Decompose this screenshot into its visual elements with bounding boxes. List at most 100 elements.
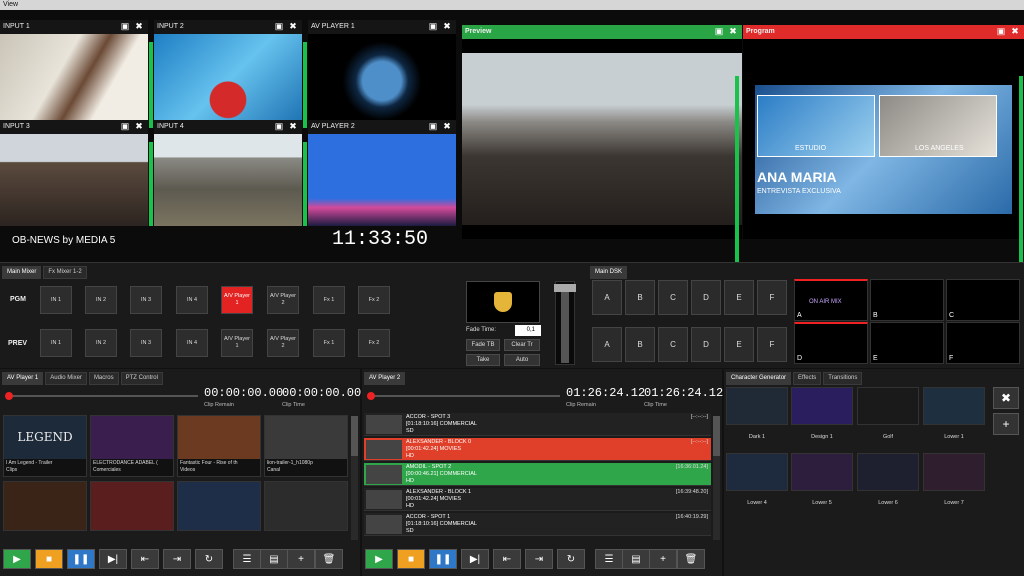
prev-button[interactable]: IN 4 [176, 329, 208, 357]
clip-tile[interactable] [264, 481, 348, 531]
pgm-button[interactable]: IN 4 [176, 286, 208, 314]
tab-effects[interactable]: Effects [793, 372, 822, 385]
film-icon[interactable]: ▤ [260, 549, 288, 569]
slider-handle[interactable] [367, 392, 375, 400]
menu-view[interactable]: View [3, 1, 18, 8]
pgm-button[interactable]: IN 3 [130, 286, 162, 314]
playlist-item[interactable]: AMODIL - SPOT 2 [00:00:46.21] COMMERCIAL H… [364, 463, 711, 486]
cg-template[interactable] [923, 387, 985, 425]
tab-fx-mixer[interactable]: Fx Mixer 1-2 [43, 266, 87, 279]
dsk-thumbnail[interactable]: F [946, 322, 1020, 364]
tile-input-3[interactable]: INPUT 3 ▣ ✖ [0, 120, 148, 226]
program-monitor[interactable]: Program ▣ ✖ ESTUDIO LOS ANGELES ANA MARIA … [743, 25, 1024, 239]
clip-tile[interactable] [177, 481, 261, 531]
pgm-button[interactable]: Fx 1 [313, 286, 345, 314]
tile-input-1[interactable]: INPUT 1 ▣ ✖ [0, 20, 148, 128]
cue-in-icon[interactable]: ⇤ [493, 549, 521, 569]
camera-icon[interactable]: ▣ [428, 22, 438, 31]
pgm-button[interactable]: IN 2 [85, 286, 117, 314]
pgm-button[interactable]: IN 1 [40, 286, 72, 314]
tools-icon[interactable]: ✖ [288, 122, 298, 131]
position-slider[interactable] [5, 392, 198, 400]
loop-icon[interactable]: ↻ [195, 549, 223, 569]
cue-in-icon[interactable]: ⇤ [131, 549, 159, 569]
clip-tile[interactable] [3, 481, 87, 531]
tab-main-dsk[interactable]: Main DSK [590, 266, 628, 279]
scrollbar[interactable] [713, 416, 720, 540]
playlist-item[interactable]: ALEXSANDER - BLOCK 1 [00:01:42.24] MOVIES… [364, 488, 711, 511]
prev-button[interactable]: A/V Player 1 [221, 329, 253, 357]
camera-icon[interactable]: ▣ [428, 122, 438, 131]
cg-template[interactable] [791, 453, 853, 491]
playlist-icon[interactable]: ☰ [595, 549, 623, 569]
add-icon[interactable]: + [993, 413, 1019, 435]
prev-button[interactable]: IN 3 [130, 329, 162, 357]
stop-icon[interactable]: ■ [397, 549, 425, 569]
dsk-thumbnail[interactable]: A ON AIR MIX [794, 279, 868, 321]
cue-out-icon[interactable]: ⇥ [163, 549, 191, 569]
playlist-item[interactable]: ALEXSANDER - BLOCK 0 [00:01:42.24] MOVIES… [364, 438, 711, 461]
dsk-thumbnail[interactable]: D [794, 322, 868, 364]
clip-tile[interactable]: LEGEND I Am Legend - Trailer Clips [3, 415, 87, 477]
dsk-button[interactable]: E [724, 327, 754, 362]
clip-tile[interactable]: lion-trailer-1_h1080p Canal [264, 415, 348, 477]
camera-icon[interactable]: ▣ [714, 27, 724, 36]
camera-icon[interactable]: ▣ [274, 122, 284, 131]
tools-icon[interactable]: ✖ [288, 22, 298, 31]
dsk-button[interactable]: A [592, 327, 622, 362]
cg-template[interactable] [857, 453, 919, 491]
tools-icon[interactable]: ✖ [1010, 27, 1020, 36]
play-icon[interactable]: ▶ [3, 549, 31, 569]
dsk-button[interactable]: B [625, 280, 655, 315]
t-bar[interactable] [554, 281, 576, 365]
pgm-button[interactable]: A/V Player 1 [221, 286, 253, 314]
tools-icon[interactable]: ✖ [134, 22, 144, 31]
scrollbar[interactable] [351, 416, 358, 540]
tile-input-2[interactable]: INPUT 2 ▣ ✖ [154, 20, 302, 128]
tile-av-player-2[interactable]: AV PLAYER 2 ▣ ✖ [308, 120, 456, 226]
take-button[interactable]: Take [466, 354, 500, 366]
camera-icon[interactable]: ▣ [274, 22, 284, 31]
tile-input-4[interactable]: INPUT 4 ▣ ✖ [154, 120, 302, 226]
dsk-button[interactable]: A [592, 280, 622, 315]
camera-icon[interactable]: ▣ [996, 27, 1006, 36]
tab-transitions[interactable]: Transitions [823, 372, 863, 385]
tab-character-generator[interactable]: Character Generator [726, 372, 792, 385]
prev-button[interactable]: A/V Player 2 [267, 329, 299, 357]
stop-icon[interactable]: ■ [35, 549, 63, 569]
preview-monitor[interactable]: Preview ▣ ✖ [462, 25, 742, 239]
tab-ptz-control[interactable]: PTZ Control [120, 372, 163, 385]
tab-main-mixer[interactable]: Main Mixer [2, 266, 42, 279]
slider-handle[interactable] [5, 392, 13, 400]
tools-icon[interactable]: ✖ [442, 22, 452, 31]
film-icon[interactable]: ▤ [622, 549, 650, 569]
camera-icon[interactable]: ▣ [120, 122, 130, 131]
tools-icon[interactable]: ✖ [442, 122, 452, 131]
dsk-button[interactable]: E [724, 280, 754, 315]
prev-button[interactable]: IN 2 [85, 329, 117, 357]
cg-template[interactable] [857, 387, 919, 425]
auto-button[interactable]: Auto [504, 354, 540, 366]
position-slider[interactable] [367, 392, 560, 400]
playlist-item[interactable]: ACCOR - SPOT 3 [01:18:10:16] COMMERCIAL SD… [364, 413, 711, 436]
cg-template[interactable] [726, 453, 788, 491]
tools-icon[interactable]: ✖ [993, 387, 1019, 409]
add-icon[interactable]: + [287, 549, 315, 569]
playlist-icon[interactable]: ☰ [233, 549, 261, 569]
dsk-button[interactable]: F [757, 280, 787, 315]
next-icon[interactable]: ▶| [99, 549, 127, 569]
delete-icon[interactable]: 🗑 [677, 549, 705, 569]
loop-icon[interactable]: ↻ [557, 549, 585, 569]
cg-template[interactable] [791, 387, 853, 425]
cg-template[interactable] [726, 387, 788, 425]
pgm-button[interactable]: Fx 2 [358, 286, 390, 314]
dsk-button[interactable]: C [658, 280, 688, 315]
pause-icon[interactable]: ❚❚ [429, 549, 457, 569]
dsk-thumbnail[interactable]: E [870, 322, 944, 364]
clip-tile[interactable] [90, 481, 174, 531]
tab-av-player-2[interactable]: AV Player 2 [364, 372, 406, 385]
prev-button[interactable]: Fx 1 [313, 329, 345, 357]
tab-macros[interactable]: Macros [88, 372, 119, 385]
dsk-button[interactable]: F [757, 327, 787, 362]
clip-tile[interactable]: Fantastic Four - Rise of th Videos [177, 415, 261, 477]
